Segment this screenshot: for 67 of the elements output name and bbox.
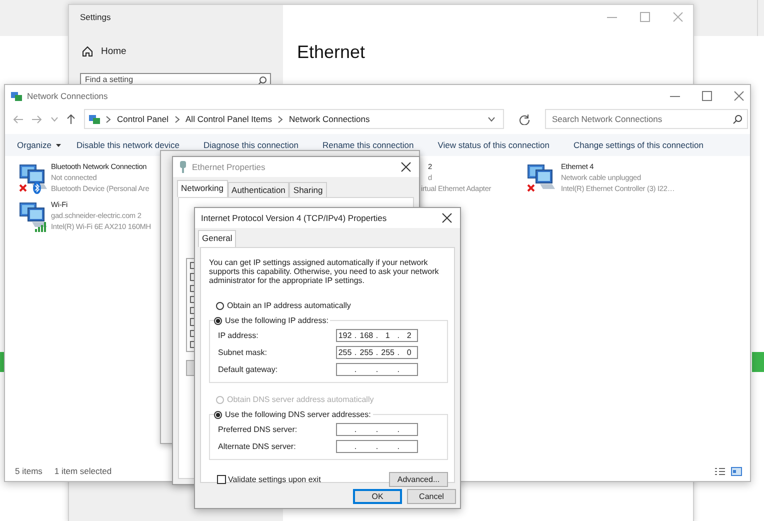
chevron-icon (278, 116, 283, 122)
window-title: Ethernet Properties (192, 162, 266, 172)
search-field[interactable]: Find a setting (80, 73, 271, 84)
radio-option[interactable]: Use the following IP address: (214, 316, 330, 325)
item-count: 5 items (15, 466, 42, 476)
tiles-view-icon[interactable] (731, 466, 742, 476)
radio-option[interactable]: Use the following DNS server addresses: (214, 410, 373, 419)
field-label: Alternate DNS server: (218, 442, 296, 451)
tab[interactable]: Networking (177, 180, 228, 197)
dropdown-caret-icon (56, 144, 60, 146)
radio-button[interactable] (216, 302, 224, 310)
network-folder-icon (11, 90, 22, 102)
bluetooth-icon (33, 182, 41, 194)
ip-address-field[interactable]: 192 . 168 . 1 . 2 (336, 329, 418, 342)
radio-option: Obtain DNS server address automatically (216, 395, 448, 404)
network-folder-icon (89, 114, 100, 124)
field-label: IP address: (218, 331, 258, 340)
breadcrumb-item[interactable]: All Control Panel Items (186, 114, 272, 124)
ip-address-field[interactable]: . . . (336, 440, 418, 453)
toolbar-button[interactable]: Disable this network device (70, 140, 186, 150)
advanced-button[interactable]: Advanced... (389, 472, 448, 487)
chevron-icon (106, 116, 111, 122)
details-view-icon[interactable] (715, 466, 725, 476)
ip-address-field[interactable]: . . . (336, 363, 418, 376)
toolbar-button[interactable]: Organize (11, 140, 66, 150)
instructions-text: You can get IP settings assigned automatically if your network supports this capability. Otherwise, you need to ask your network administrator for the appropriate IP settings. (209, 258, 440, 285)
validate-option[interactable]: Validate settings upon exit (217, 475, 321, 484)
up-arrow-icon[interactable] (67, 114, 75, 124)
radio-button[interactable] (214, 410, 222, 418)
field-label: Preferred DNS server: (218, 425, 298, 434)
cancel-button[interactable]: Cancel (407, 489, 456, 504)
selection-count: 1 item selected (54, 466, 112, 476)
address-bar[interactable]: Control Panel All Control Panel Items Network Connections (84, 109, 504, 129)
toolbar-button[interactable]: Rename this connection (316, 140, 420, 150)
search-icon (258, 76, 267, 85)
tab[interactable]: General (198, 230, 236, 247)
ok-button[interactable]: OK (353, 489, 402, 504)
toolbar-button[interactable]: Diagnose this connection (198, 140, 304, 150)
chevron-icon (174, 116, 180, 122)
breadcrumb-item[interactable]: Network Connections (288, 114, 370, 124)
home-icon (82, 46, 93, 57)
ip-address-field[interactable]: . . . (336, 423, 418, 436)
search-icon (733, 115, 742, 124)
radio-button[interactable] (214, 316, 222, 324)
field-label: Subnet mask: (218, 348, 267, 357)
signal-bars-icon (35, 222, 47, 232)
ip-address-field[interactable]: 255 . 255 . 255 . 0 (336, 346, 418, 359)
breadcrumb-item[interactable]: Control Panel (117, 114, 169, 124)
maximize-icon[interactable] (702, 91, 712, 101)
window-title: Settings (80, 12, 112, 22)
checkbox[interactable] (217, 475, 226, 484)
tab[interactable]: Sharing (289, 182, 327, 197)
dropdown-chevron-icon[interactable] (488, 116, 495, 122)
status-bar-fragment (752, 352, 764, 372)
field-label: Default gateway: (218, 365, 278, 374)
window-title: Internet Protocol Version 4 (TCP/IPv4) Properties (201, 213, 388, 223)
toolbar-button[interactable]: Change settings of this connection (568, 140, 710, 150)
toolbar-button[interactable]: View status of this connection (432, 140, 556, 150)
page-heading: Ethernet (297, 42, 366, 63)
radio-option[interactable]: Obtain an IP address automatically (216, 301, 448, 310)
home-nav-item[interactable]: Home (82, 46, 271, 57)
window-title: Network Connections (27, 91, 109, 101)
close-icon[interactable] (442, 213, 452, 223)
refresh-icon[interactable] (519, 114, 530, 124)
tab[interactable]: Authentication (228, 182, 290, 197)
status-bar-fragment (0, 352, 4, 372)
close-icon[interactable] (401, 162, 411, 172)
